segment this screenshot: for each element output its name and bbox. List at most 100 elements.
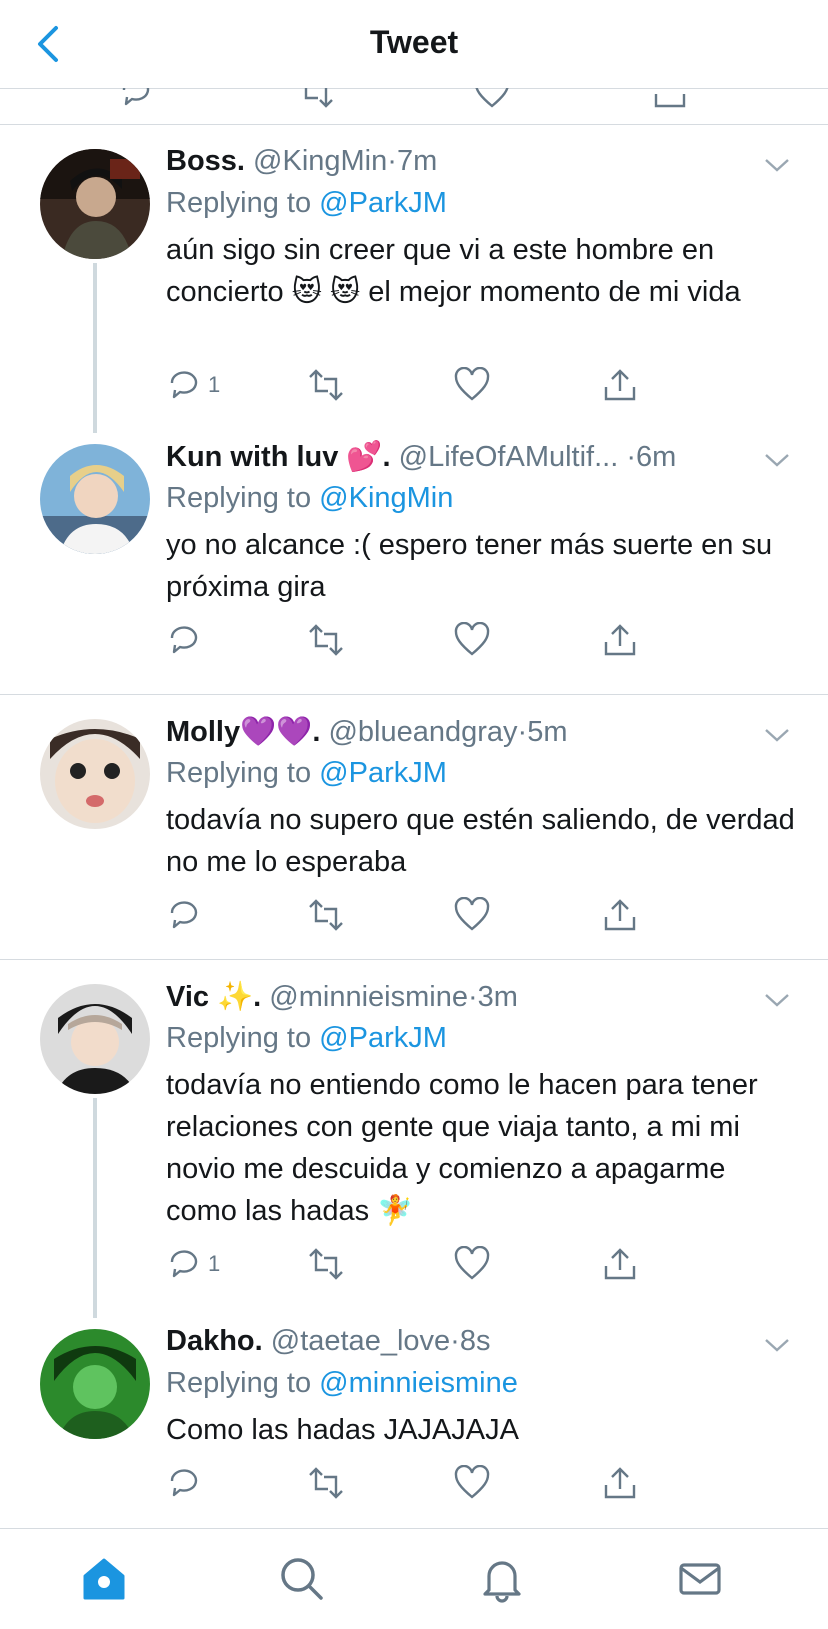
reply-icon xyxy=(170,1469,198,1497)
page-title: Tweet xyxy=(369,24,459,60)
tweet[interactable]: Dakho. @taetae_love·8s Replying to @minn… xyxy=(0,1305,828,1528)
tweet-text: aún sigo sin creer que vi a este hombre … xyxy=(166,234,741,308)
like-button[interactable] xyxy=(454,893,490,937)
tab-notifications[interactable] xyxy=(472,1549,532,1609)
retweet-icon xyxy=(309,369,343,401)
replying-to-link[interactable]: @ParkJM xyxy=(319,1022,447,1054)
username[interactable]: @KingMin xyxy=(253,145,387,177)
thread-line xyxy=(93,263,97,433)
share-button[interactable] xyxy=(602,363,638,407)
tab-messages[interactable] xyxy=(670,1549,730,1609)
tweet[interactable]: Molly💜💜. @blueandgray·5m Replying to @Pa… xyxy=(0,695,828,960)
chevron-down-icon[interactable] xyxy=(762,725,792,745)
display-name[interactable]: Molly💜💜. xyxy=(166,716,320,748)
retweet-button[interactable] xyxy=(306,893,346,937)
reply-icon xyxy=(170,626,198,654)
share-button[interactable] xyxy=(602,618,638,662)
share-button[interactable] xyxy=(602,893,638,937)
display-name[interactable]: Kun with luv 💕. xyxy=(166,441,391,473)
share-button[interactable] xyxy=(602,1242,638,1286)
reply-button[interactable] xyxy=(166,1461,208,1505)
tweet[interactable]: Kun with luv 💕. @LifeOfAMultif... ·6m Re… xyxy=(0,420,828,695)
tab-home[interactable] xyxy=(74,1549,134,1609)
tweet-header: Boss. @KingMin·7m xyxy=(166,145,437,178)
reply-icon xyxy=(170,901,198,929)
display-name[interactable]: Vic ✨. xyxy=(166,981,261,1013)
share-button[interactable] xyxy=(602,1461,638,1505)
retweet-icon xyxy=(309,624,343,656)
tweet-actions xyxy=(166,893,686,937)
like-button[interactable] xyxy=(454,363,490,407)
avatar[interactable] xyxy=(40,444,150,554)
heart-icon xyxy=(454,622,490,656)
mail-icon xyxy=(679,1563,721,1595)
replying-to: Replying to @KingMin xyxy=(166,482,453,515)
like-button[interactable] xyxy=(454,618,490,662)
replying-to: Replying to @ParkJM xyxy=(166,757,447,790)
replying-to-link[interactable]: @ParkJM xyxy=(319,187,447,219)
tweet-header: Dakho. @taetae_love·8s xyxy=(166,1325,490,1358)
like-button[interactable] xyxy=(454,1461,490,1505)
display-name[interactable]: Boss. xyxy=(166,145,245,177)
tweet[interactable]: Vic ✨. @minnieismine·3m Replying to @Par… xyxy=(0,960,828,1318)
chevron-down-icon[interactable] xyxy=(762,155,792,175)
share-icon[interactable] xyxy=(652,88,688,110)
chevron-down-icon[interactable] xyxy=(762,450,792,470)
heart-icon xyxy=(454,1246,490,1280)
username[interactable]: @blueandgray xyxy=(328,716,517,748)
username[interactable]: @taetae_love xyxy=(271,1325,450,1357)
thread-line xyxy=(93,1098,97,1318)
reply-count: 1 xyxy=(208,372,221,397)
reply-button[interactable] xyxy=(166,618,208,662)
reply-icon xyxy=(170,371,198,399)
retweet-icon xyxy=(309,1248,343,1280)
username[interactable]: @minnieismine xyxy=(269,981,468,1013)
heart-icon xyxy=(454,897,490,931)
retweet-icon[interactable] xyxy=(296,88,336,110)
replying-label: Replying to xyxy=(166,482,312,514)
replying-label: Replying to xyxy=(166,1022,312,1054)
replying-to-link[interactable]: @KingMin xyxy=(319,482,453,514)
separator-dot: · xyxy=(467,981,478,1013)
tab-search[interactable] xyxy=(272,1549,332,1609)
tweet-header: Kun with luv 💕. @LifeOfAMultif... ·6m xyxy=(166,440,676,474)
retweet-button[interactable] xyxy=(306,363,346,407)
share-icon xyxy=(604,369,636,401)
share-icon xyxy=(604,1467,636,1499)
retweet-button[interactable] xyxy=(306,1461,346,1505)
top-bar: Tweet xyxy=(0,0,828,89)
avatar[interactable] xyxy=(40,1329,150,1439)
timestamp: 3m xyxy=(477,981,518,1013)
share-icon xyxy=(604,624,636,656)
replying-to: Replying to @ParkJM xyxy=(166,1022,447,1055)
replying-to-link[interactable]: @ParkJM xyxy=(319,757,447,789)
replying-to-link[interactable]: @minnieismine xyxy=(319,1367,518,1399)
avatar[interactable] xyxy=(40,149,150,259)
retweet-button[interactable] xyxy=(306,1242,346,1286)
tweet-header: Molly💜💜. @blueandgray·5m xyxy=(166,715,568,749)
tweet-header: Vic ✨. @minnieismine·3m xyxy=(166,980,518,1014)
heart-icon xyxy=(454,367,490,401)
replying-label: Replying to xyxy=(166,757,312,789)
separator-dot: · xyxy=(626,441,637,473)
tweet[interactable]: Boss. @KingMin·7m Replying to @ParkJM aú… xyxy=(0,125,828,433)
display-name[interactable]: Dakho. xyxy=(166,1325,263,1357)
tweet-actions: 1 xyxy=(166,363,686,407)
like-icon[interactable] xyxy=(474,88,510,110)
reply-button[interactable]: 1 xyxy=(166,363,220,407)
bottom-tab-bar xyxy=(0,1528,828,1629)
retweet-button[interactable] xyxy=(306,618,346,662)
like-button[interactable] xyxy=(454,1242,490,1286)
tweet-text: Como las hadas JAJAJAJA xyxy=(166,1414,519,1446)
reply-button[interactable]: 1 xyxy=(166,1242,220,1286)
username[interactable]: @LifeOfAMultif... xyxy=(399,441,619,473)
reply-icon[interactable] xyxy=(118,88,154,110)
avatar[interactable] xyxy=(40,984,150,1094)
share-icon xyxy=(604,899,636,931)
reply-button[interactable] xyxy=(166,893,208,937)
chevron-down-icon[interactable] xyxy=(762,1335,792,1355)
chevron-down-icon[interactable] xyxy=(762,990,792,1010)
tweet-text: todavía no entiendo como le hacen para t… xyxy=(166,1069,758,1227)
avatar[interactable] xyxy=(40,719,150,829)
search-icon xyxy=(281,1558,323,1600)
